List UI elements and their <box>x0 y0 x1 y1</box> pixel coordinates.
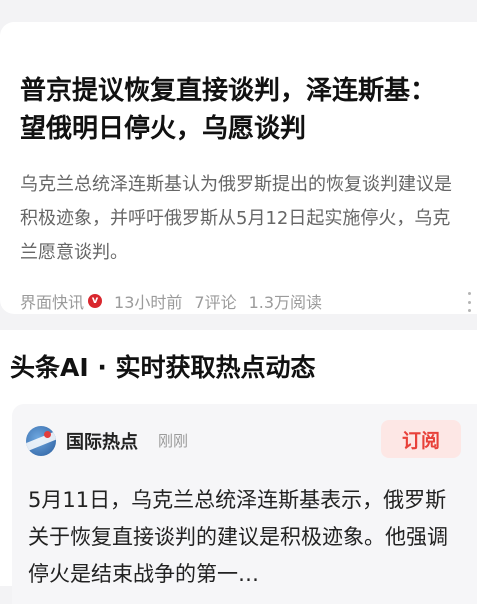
article-reads: 1.3万阅读 <box>248 293 323 312</box>
more-options-icon[interactable] <box>462 292 476 312</box>
article-time: 13小时前 <box>114 293 183 312</box>
ai-hot-section: 头条AI · 实时获取热点动态 国际热点 刚刚 订阅 5月11日，乌克兰总统泽连… <box>0 330 477 604</box>
article-source[interactable]: 界面快讯 <box>20 289 84 313</box>
article-meta: 界面快讯 v 13小时前 7评论 1.3万阅读 <box>20 287 334 315</box>
section-title: 头条AI · 实时获取热点动态 <box>10 353 316 382</box>
hot-news-body[interactable]: 5月11日，乌克兰总统泽连斯基表示，俄罗斯关于恢复直接谈判的建议是积极迹象。他强… <box>28 482 463 593</box>
verified-badge-icon: v <box>88 294 103 308</box>
account-name[interactable]: 国际热点 <box>66 428 138 454</box>
article-comments[interactable]: 7评论 <box>194 289 236 313</box>
hot-news-card[interactable]: 国际热点 刚刚 订阅 5月11日，乌克兰总统泽连斯基表示，俄罗斯关于恢复直接谈判… <box>12 404 477 604</box>
account-time: 刚刚 <box>158 432 189 450</box>
news-card[interactable]: 普京提议恢复直接谈判，泽连斯基：望俄明日停火，乌愿谈判 乌克兰总统泽连斯基认为俄… <box>0 22 477 314</box>
subscribe-button[interactable]: 订阅 <box>381 420 461 458</box>
account-avatar-icon[interactable] <box>26 426 56 456</box>
article-headline[interactable]: 普京提议恢复直接谈判，泽连斯基：望俄明日停火，乌愿谈判 <box>20 72 450 148</box>
article-summary[interactable]: 乌克兰总统泽连斯基认为俄罗斯提出的恢复谈判建议是积极迹象，并呼吁俄罗斯从5月12… <box>20 168 460 270</box>
